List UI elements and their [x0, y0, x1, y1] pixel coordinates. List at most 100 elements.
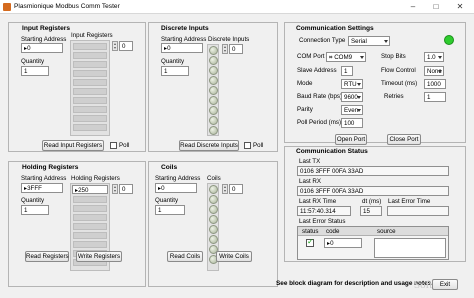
- dropdown-arrow-icon: [357, 96, 361, 99]
- di-quantity-input[interactable]: 1: [161, 66, 189, 76]
- di-array-label: Discrete Inputs: [208, 36, 250, 43]
- last-rx-label: Last RX: [299, 178, 322, 185]
- read-input-registers-button[interactable]: Read Input Registers: [42, 140, 104, 151]
- dropdown-arrow-icon: [384, 40, 388, 43]
- baud-rate-select[interactable]: 9600: [341, 92, 363, 102]
- coils-starting-address-input[interactable]: ▸0: [155, 183, 197, 193]
- hr-index-stepper[interactable]: [112, 184, 118, 194]
- write-registers-button[interactable]: Write Registers: [76, 251, 122, 262]
- error-code-display: ▸0: [324, 238, 362, 248]
- retries-input[interactable]: 1: [424, 92, 446, 102]
- coils-quantity-input[interactable]: 1: [155, 205, 185, 215]
- hr-array-label: Holding Registers: [71, 175, 120, 182]
- last-rx-time-display: 11:57:40.314: [297, 206, 351, 216]
- dropdown-arrow-icon: [438, 70, 442, 73]
- close-button[interactable]: ✕: [449, 1, 471, 13]
- coils-index-stepper[interactable]: [222, 184, 228, 194]
- com-port-select[interactable]: ⌗ COM9: [326, 52, 366, 62]
- ir-quantity-label: Quantity: [21, 58, 45, 65]
- dropdown-arrow-icon: [360, 56, 364, 59]
- di-led[interactable]: [209, 56, 218, 65]
- di-led[interactable]: [209, 116, 218, 125]
- hr-starting-address-input[interactable]: ▸3FFF: [21, 183, 63, 193]
- di-led[interactable]: [209, 76, 218, 85]
- ir-array[interactable]: [70, 40, 110, 136]
- ir-quantity-input[interactable]: 1: [21, 66, 49, 76]
- di-index-stepper[interactable]: [222, 44, 228, 54]
- last-error-time-label: Last Error Time: [388, 198, 431, 205]
- di-led[interactable]: [209, 106, 218, 115]
- error-source-label: source: [377, 228, 396, 235]
- mode-select[interactable]: RTU: [341, 79, 363, 89]
- di-led[interactable]: [209, 86, 218, 95]
- input-registers-title: Input Registers: [22, 25, 70, 32]
- error-status-indicator: ✓: [306, 237, 314, 247]
- dropdown-arrow-icon: [357, 109, 361, 112]
- connection-type-label: Connection Type: [299, 37, 346, 44]
- coils-title: Coils: [161, 164, 178, 171]
- dt-display: 15: [360, 206, 382, 216]
- read-registers-button[interactable]: Read Registers: [25, 251, 69, 262]
- coil-led[interactable]: [209, 215, 218, 224]
- di-starting-address-label: Starting Address: [161, 36, 207, 43]
- port-status-led: [444, 35, 454, 45]
- comm-status-title: Communication Status: [296, 148, 368, 155]
- parity-label: Parity: [297, 106, 313, 113]
- discrete-inputs-title: Discrete Inputs: [161, 25, 209, 32]
- coils-quantity-label: Quantity: [155, 197, 179, 204]
- di-starting-address-input[interactable]: ▸0: [161, 43, 203, 53]
- error-cluster: status code source ✓ ▸0: [297, 226, 449, 260]
- error-code-label: code: [326, 228, 340, 235]
- coil-led[interactable]: [209, 235, 218, 244]
- di-led[interactable]: [209, 66, 218, 75]
- minimize-button[interactable]: –: [402, 1, 424, 13]
- di-array[interactable]: [207, 44, 219, 136]
- comm-settings-title: Communication Settings: [296, 25, 374, 32]
- hr-quantity-input[interactable]: 1: [21, 205, 49, 215]
- connection-type-select[interactable]: Serial: [348, 36, 390, 46]
- coil-led[interactable]: [209, 205, 218, 214]
- ir-array-label: Input Registers: [71, 32, 113, 39]
- last-error-status-label: Last Error Status: [299, 218, 346, 225]
- maximize-button[interactable]: □: [425, 1, 447, 13]
- exit-button[interactable]: Exit: [432, 279, 458, 290]
- coil-led[interactable]: [209, 195, 218, 204]
- timeout-input[interactable]: 1000: [424, 79, 446, 89]
- dt-label: dt (ms): [362, 198, 382, 205]
- read-coils-button[interactable]: Read Coils: [167, 251, 203, 262]
- ir-array-index[interactable]: 0: [119, 41, 133, 51]
- poll-period-input[interactable]: 100: [341, 118, 363, 128]
- window-title: Plasmionique Modbus Comm Tester: [14, 3, 120, 10]
- open-port-button[interactable]: Open Port: [335, 134, 367, 145]
- timeout-label: Timeout (ms): [381, 80, 418, 87]
- ir-index-stepper[interactable]: [112, 41, 118, 51]
- hr-value-cell[interactable]: ▸250: [72, 185, 108, 194]
- di-poll-label: Poll: [253, 142, 264, 149]
- read-discrete-inputs-button[interactable]: Read Discrete Inputs: [179, 140, 239, 151]
- coil-led[interactable]: [209, 185, 218, 194]
- slave-address-input[interactable]: 1: [341, 66, 353, 76]
- holding-registers-title: Holding Registers: [22, 164, 79, 171]
- usage-note: See block diagram for description and us…: [276, 280, 433, 287]
- flow-control-select[interactable]: None: [424, 66, 444, 76]
- di-led[interactable]: [209, 46, 218, 55]
- flow-control-label: Flow Control: [381, 67, 416, 74]
- write-coils-button[interactable]: Write Coils: [216, 251, 252, 262]
- close-port-button[interactable]: Close Port: [387, 134, 421, 145]
- di-led[interactable]: [209, 96, 218, 105]
- ir-poll-checkbox[interactable]: [110, 142, 117, 149]
- stop-bits-select[interactable]: 1.0: [424, 52, 444, 62]
- coils-array-index[interactable]: 0: [229, 184, 243, 194]
- hr-array-index[interactable]: 0: [119, 184, 133, 194]
- coil-led[interactable]: [209, 225, 218, 234]
- com-port-label: COM Port: [297, 53, 325, 60]
- poll-period-label: Poll Period (ms): [297, 119, 342, 126]
- di-led[interactable]: [209, 126, 218, 135]
- di-poll-checkbox[interactable]: [244, 142, 251, 149]
- di-array-index[interactable]: 0: [229, 44, 243, 54]
- app-icon: [3, 3, 11, 11]
- ir-starting-address-input[interactable]: ▸0: [21, 43, 63, 53]
- error-source-display: [374, 238, 446, 258]
- mode-label: Mode: [297, 80, 313, 87]
- parity-select[interactable]: Even: [341, 105, 363, 115]
